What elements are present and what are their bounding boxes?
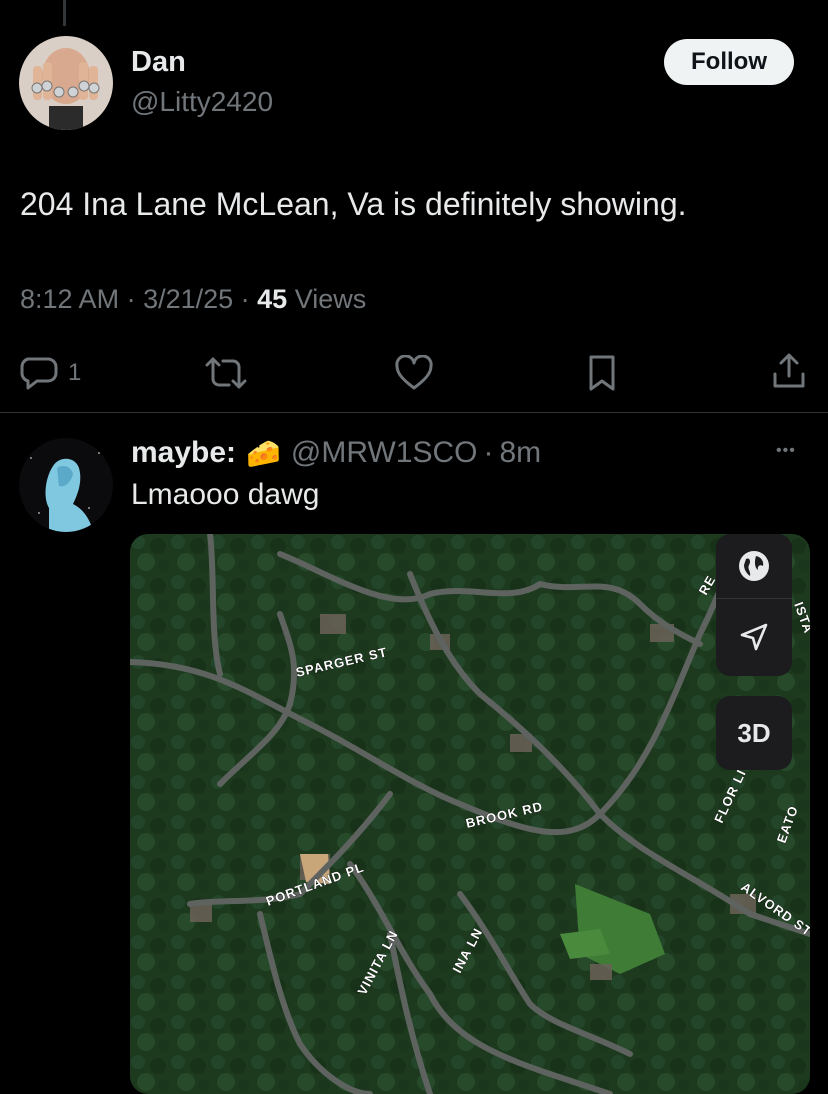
reply-action[interactable]: 1 [20, 355, 81, 391]
location-button[interactable] [716, 599, 792, 675]
tweet-text: 204 Ina Lane McLean, Va is definitely sh… [20, 186, 687, 222]
author-handle[interactable]: @Litty2420 [131, 86, 273, 118]
follow-button[interactable]: Follow [664, 39, 794, 85]
reply-header: maybe: 🧀 @MRW1SCO · 8m [131, 436, 541, 470]
retweet-icon [205, 357, 247, 389]
satellite-map[interactable]: SPARGER ST BROOK RD PORTLAND PL VINITA L… [130, 534, 810, 1094]
reply-avatar[interactable] [19, 438, 113, 532]
tweet-date[interactable]: 3/21/25 [143, 284, 233, 315]
bookmark-icon [589, 355, 615, 391]
more-icon[interactable]: ••• [776, 442, 796, 460]
meta-separator: · [119, 284, 144, 314]
like-icon [395, 354, 433, 390]
retweet-action[interactable] [203, 355, 249, 396]
reply-icon [20, 357, 58, 390]
views-count: 45 [257, 284, 288, 314]
3d-button[interactable]: 3D [716, 696, 792, 770]
map-controls [716, 534, 792, 676]
bookmark-action[interactable] [587, 354, 617, 397]
meta-separator: · [233, 284, 258, 314]
tweet-time[interactable]: 8:12 AM [20, 284, 119, 315]
author-name[interactable]: Dan [131, 46, 186, 79]
like-action[interactable] [394, 354, 434, 396]
share-icon [773, 353, 805, 388]
author-avatar[interactable] [19, 36, 113, 130]
reply-age[interactable]: 8m [500, 436, 542, 470]
share-action[interactable] [771, 352, 807, 395]
cheese-emoji: 🧀 [246, 437, 281, 469]
globe-button[interactable] [716, 534, 792, 599]
reply-name[interactable]: maybe: [131, 436, 236, 470]
tweet-meta: 8:12 AM · 3/21/25 · 45 Views [20, 284, 366, 315]
divider [0, 412, 828, 413]
views-label: Views [294, 284, 367, 314]
thread-line [63, 0, 66, 26]
globe-icon [739, 551, 769, 581]
location-arrow-icon [740, 623, 768, 651]
reply-text: Lmaooo dawg [131, 478, 320, 511]
reply-separator: · [483, 436, 494, 469]
reply-count: 1 [68, 359, 82, 386]
3d-label: 3D [737, 717, 771, 748]
reply-handle[interactable]: @MRW1SCO [291, 436, 478, 470]
